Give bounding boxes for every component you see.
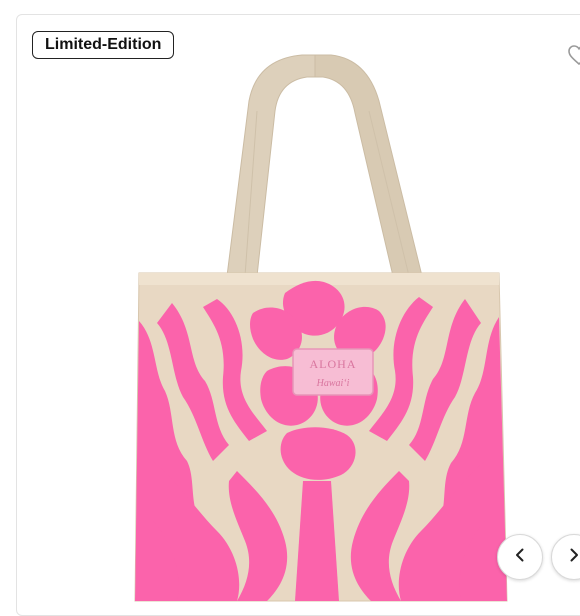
chevron-right-icon xyxy=(566,547,580,568)
tote-bag-image: ALOHA Hawaiʻi xyxy=(134,54,508,602)
next-image-button[interactable] xyxy=(551,534,580,580)
previous-image-button[interactable] xyxy=(497,534,543,580)
heart-outline-icon[interactable] xyxy=(567,43,580,67)
brand-label-patch: ALOHA Hawaiʻi xyxy=(292,348,374,396)
patch-brand-text: ALOHA xyxy=(310,357,357,371)
product-card[interactable]: Limited-Edition ALOHA Hawaiʻi xyxy=(16,14,580,616)
chevron-left-icon xyxy=(512,547,528,568)
bag-straps xyxy=(226,54,423,277)
patch-script-text: Hawaiʻi xyxy=(316,378,350,389)
